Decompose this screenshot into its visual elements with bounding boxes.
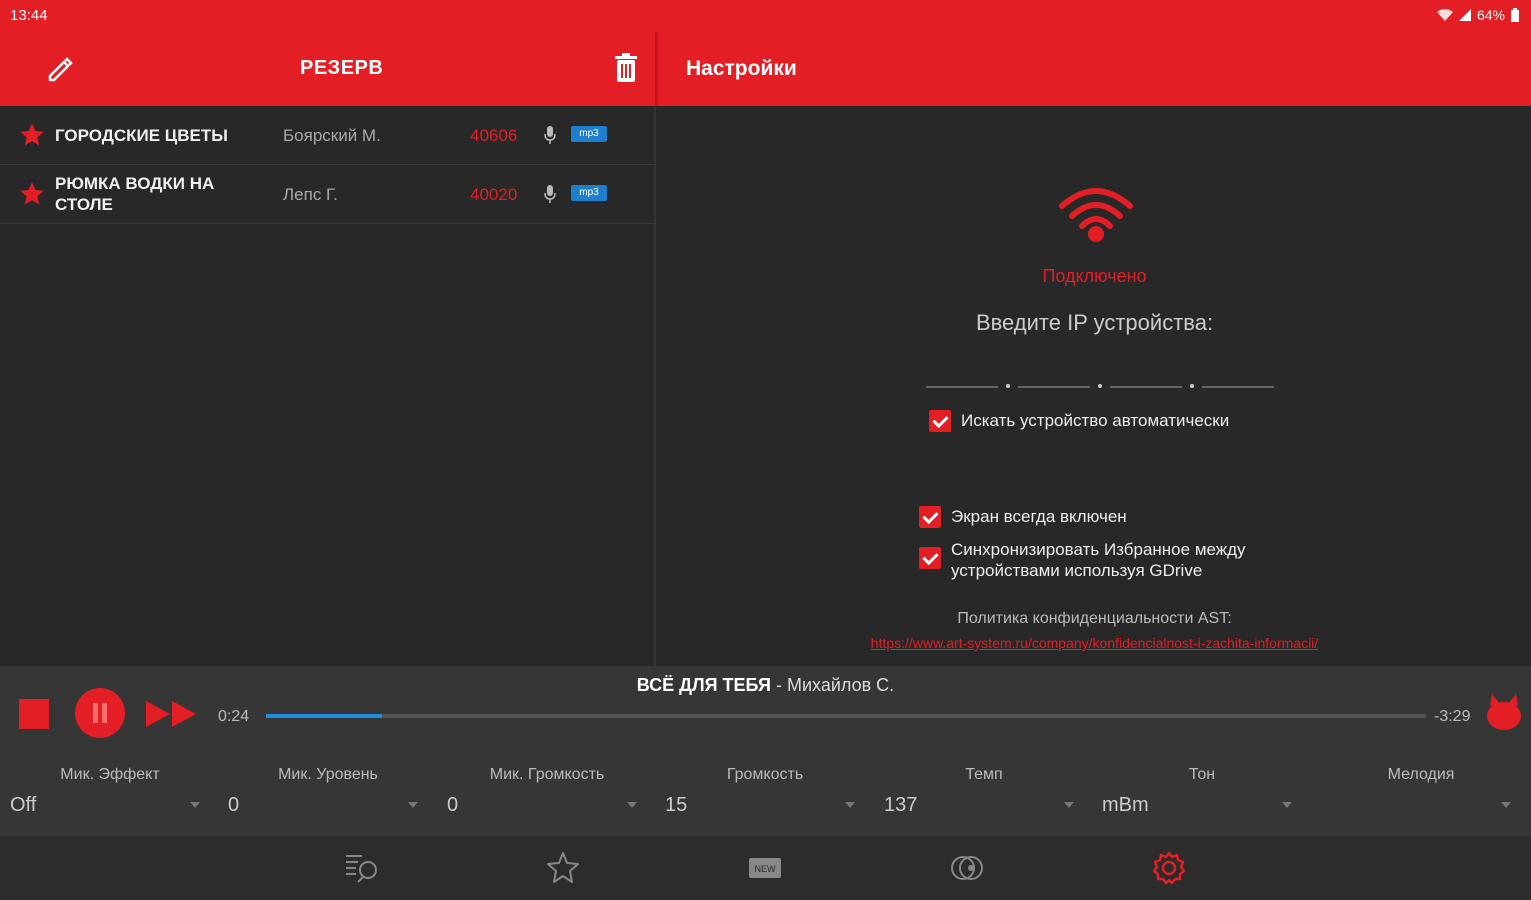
progress-fill [266, 714, 382, 718]
app-root: 13:44 64% РЕЗЕРВ Настройки ГОРОДСКИЕ ЦВЕ… [0, 0, 1531, 900]
format-badge: mp3 [571, 185, 607, 201]
control-value: 137 [884, 794, 918, 816]
cell-signal-icon [1458, 9, 1471, 21]
privacy-policy-link[interactable]: https://www.art-system.ru/company/konfid… [658, 635, 1531, 651]
new-icon[interactable]: NEW [747, 850, 783, 886]
progress-bar[interactable] [266, 714, 1426, 718]
song-list: ГОРОДСКИЕ ЦВЕТЫ Боярский М. 40606 mp3 РЮ… [0, 106, 656, 666]
control-label: Темп [965, 766, 1003, 783]
checkbox-checked-icon[interactable] [919, 506, 941, 528]
svg-text:NEW: NEW [755, 864, 777, 874]
wifi-signal-icon [1436, 9, 1453, 21]
auto-search-label: Искать устройство автоматически [961, 411, 1230, 430]
discs-icon[interactable] [949, 850, 985, 886]
cat-mascot-icon[interactable] [1484, 692, 1524, 732]
song-number: 40020 [470, 185, 518, 204]
ip-dot [1190, 384, 1194, 388]
control-label: Мик. Громкость [489, 766, 605, 783]
settings-gear-icon[interactable] [1151, 850, 1187, 886]
trash-icon[interactable] [612, 52, 640, 84]
battery-icon [1511, 8, 1519, 22]
player-bar: ВСЁ ДЛЯ ТЕБЯ - Михайлов С. 0:24 -3:29 Ми… [0, 666, 1531, 836]
settings-panel: Подключено Введите IP устройства: Искать… [658, 106, 1531, 666]
song-row[interactable]: РЮМКА ВОДКИ НА СТОЛЕ Лепс Г. 40020 mp3 [0, 165, 656, 224]
status-bar: 13:44 64% [0, 0, 1531, 32]
checkbox-checked-icon[interactable] [919, 547, 941, 569]
mic-volume-control[interactable]: Мик. Громкость 0 [447, 766, 647, 816]
song-number: 40606 [470, 126, 518, 145]
connection-status: Подключено [1042, 266, 1147, 286]
song-title: РЮМКА ВОДКИ НА СТОЛЕ [55, 174, 215, 214]
auto-search-checkbox[interactable]: Искать устройство автоматически [929, 410, 1229, 432]
ip-octet-1-field[interactable] [926, 386, 998, 388]
control-value: 15 [665, 794, 688, 816]
microphone-icon [544, 185, 556, 203]
bottom-navigation: NEW [0, 836, 1531, 900]
control-value: mBm [1102, 794, 1149, 816]
favorite-star-icon[interactable] [18, 121, 46, 149]
status-right: 64% [1436, 7, 1519, 23]
mic-level-control[interactable]: Мик. Уровень 0 [228, 766, 428, 816]
microphone-icon [544, 126, 556, 144]
control-label: Мик. Эффект [60, 766, 160, 783]
ip-octet-3-field[interactable] [1110, 386, 1182, 388]
song-artist: Боярский М. [283, 126, 381, 145]
list-title: РЕЗЕРВ [300, 57, 384, 79]
control-label: Мелодия [1387, 766, 1455, 783]
elapsed-time: 0:24 [218, 708, 250, 725]
star-icon[interactable] [545, 850, 581, 886]
battery-level: 64% [1476, 7, 1505, 23]
mic-effect-control[interactable]: Мик. Эффект Off [10, 766, 210, 816]
volume-control[interactable]: Громкость 15 [665, 766, 865, 816]
sync-gdrive-checkbox[interactable]: Синхронизировать Избранное между устройс… [919, 539, 1279, 581]
screen-on-checkbox[interactable]: Экран всегда включен [919, 506, 1127, 528]
key-control[interactable]: Тон mBm [1102, 766, 1302, 816]
fast-forward-icon[interactable] [146, 699, 198, 729]
app-header: РЕЗЕРВ Настройки [0, 32, 1531, 106]
stop-button[interactable] [19, 699, 49, 729]
control-value: 0 [447, 794, 459, 816]
song-title: ГОРОДСКИЕ ЦВЕТЫ [55, 126, 228, 145]
dropdown-arrow-icon[interactable] [1064, 802, 1074, 808]
now-playing-artist: Михайлов С. [786, 675, 895, 695]
dropdown-arrow-icon[interactable] [627, 802, 637, 808]
settings-title: Настройки [686, 57, 797, 80]
control-value: 0 [228, 794, 240, 816]
now-playing: ВСЁ ДЛЯ ТЕБЯ - Михайлов С. [0, 675, 1531, 696]
ip-octet-4-field[interactable] [1202, 386, 1274, 388]
favorite-star-icon[interactable] [18, 180, 46, 208]
screen-on-label: Экран всегда включен [951, 507, 1127, 526]
dropdown-arrow-icon[interactable] [190, 802, 200, 808]
format-badge: mp3 [571, 126, 607, 142]
status-time: 13:44 [10, 7, 48, 24]
song-artist: Лепс Г. [283, 185, 338, 204]
dropdown-arrow-icon[interactable] [1282, 802, 1292, 808]
control-label: Мик. Уровень [278, 766, 378, 783]
remaining-time: -3:29 [1434, 708, 1471, 725]
control-value: Off [10, 794, 37, 816]
now-playing-separator: - [770, 675, 787, 695]
control-label: Громкость [726, 766, 804, 783]
header-divider [655, 32, 658, 106]
control-label: Тон [1188, 766, 1216, 783]
melody-control[interactable]: Мелодия [1321, 766, 1521, 808]
wifi-connected-icon [1059, 188, 1133, 242]
ip-dot [1006, 384, 1010, 388]
sync-gdrive-label: Синхронизировать Избранное между устройс… [951, 540, 1246, 580]
checkbox-checked-icon[interactable] [929, 410, 951, 432]
now-playing-title: ВСЁ ДЛЯ ТЕБЯ [636, 675, 771, 695]
dropdown-arrow-icon[interactable] [1501, 802, 1511, 808]
dropdown-arrow-icon[interactable] [408, 802, 418, 808]
playlist-icon[interactable] [344, 850, 380, 886]
song-row[interactable]: ГОРОДСКИЕ ЦВЕТЫ Боярский М. 40606 mp3 [0, 106, 656, 165]
ip-prompt: Введите IP устройства: [975, 310, 1214, 335]
ip-dot [1098, 384, 1102, 388]
ip-octet-2-field[interactable] [1018, 386, 1090, 388]
ip-address-fields [926, 384, 1274, 388]
pause-button[interactable] [75, 688, 125, 738]
tempo-control[interactable]: Темп 137 [884, 766, 1084, 816]
dropdown-arrow-icon[interactable] [845, 802, 855, 808]
privacy-policy-label: Политика конфиденциальности AST: [957, 610, 1232, 627]
edit-pencil-icon[interactable] [44, 52, 76, 84]
